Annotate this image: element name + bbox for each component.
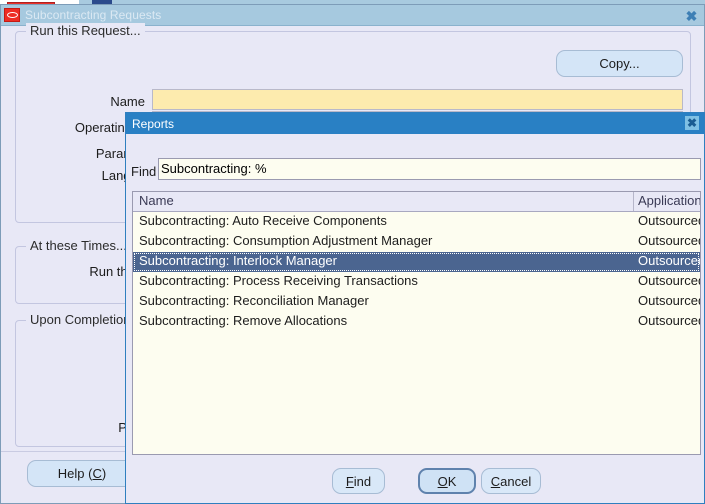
label-layout: Lay [1, 376, 145, 391]
copy-button[interactable]: Copy... [556, 50, 683, 77]
ok-button-label-post: K [447, 473, 457, 489]
ok-button[interactable]: OK [418, 468, 476, 494]
column-divider[interactable] [633, 192, 634, 211]
group-run-this-request-legend: Run this Request... [26, 23, 145, 38]
main-window-title: Subcontracting Requests [25, 8, 162, 22]
reports-dialog-titlebar: Reports ✖ [126, 113, 704, 134]
report-application-cell: Outsourced [638, 213, 701, 228]
label-notify: No [1, 397, 145, 412]
label-name: Name [110, 94, 145, 109]
table-row[interactable]: Subcontracting: Interlock Manager Outsour… [133, 252, 700, 272]
label-language: Langua [101, 168, 145, 183]
oracle-logo-icon [4, 8, 20, 22]
close-icon[interactable]: ✖ [685, 116, 699, 130]
group-at-these-times-legend: At these Times... [26, 238, 131, 253]
table-row[interactable]: Subcontracting: Auto Receive Components O… [133, 212, 700, 232]
reports-dialog-title: Reports [132, 116, 175, 131]
report-name-cell: Subcontracting: Process Receiving Transa… [139, 273, 418, 288]
table-row[interactable]: Subcontracting: Remove Allocations Outsou… [133, 312, 700, 332]
column-header-application[interactable]: Application [638, 193, 700, 208]
report-application-cell: Outsourced [638, 253, 701, 268]
cancel-button-label-post: ancel [500, 473, 532, 489]
report-application-cell: Outsourced [638, 293, 701, 308]
help-button[interactable]: Help (C) [27, 460, 137, 487]
reports-list: Name Application Subcontracting: Auto Re… [132, 191, 701, 455]
find-button[interactable]: Find [332, 468, 385, 494]
label-operating-unit: Operating U [74, 120, 145, 135]
table-row[interactable]: Subcontracting: Process Receiving Transa… [133, 272, 700, 292]
report-name-cell: Subcontracting: Remove Allocations [139, 313, 348, 328]
help-button-label-post: ) [101, 466, 107, 481]
help-button-mnemonic: C [92, 466, 102, 481]
cancel-button[interactable]: Cancel [481, 468, 541, 494]
report-application-cell: Outsourced [638, 313, 701, 328]
help-button-label-pre: Help ( [57, 466, 93, 481]
reports-list-header: Name Application [133, 192, 700, 212]
find-button-mnemonic: F [345, 473, 354, 489]
ok-button-mnemonic: O [437, 473, 448, 489]
cancel-button-mnemonic: C [490, 473, 501, 489]
report-application-cell: Outsourced [638, 273, 701, 288]
reports-list-body: Subcontracting: Auto Receive Components O… [133, 212, 700, 332]
report-name-cell: Subcontracting: Consumption Adjustment M… [139, 233, 433, 248]
name-field[interactable] [152, 89, 683, 110]
report-application-cell: Outsourced [638, 233, 701, 248]
close-icon[interactable]: ✖ [684, 8, 699, 23]
label-print-to: Print [1, 420, 145, 435]
table-row[interactable]: Subcontracting: Consumption Adjustment M… [133, 232, 700, 252]
find-input[interactable]: Subcontracting: % [158, 158, 701, 180]
find-label: Find [131, 164, 157, 179]
report-name-cell: Subcontracting: Reconciliation Manager [139, 293, 369, 308]
report-name-cell: Subcontracting: Auto Receive Components [139, 213, 387, 228]
reports-dialog: Reports ✖ Find Subcontracting: % Name Ap… [125, 112, 705, 504]
label-run-the-job: Run the J [89, 264, 145, 279]
label-parameters: Paramet [95, 146, 145, 161]
screen: Subcontracting Requests ✖ Run this Reque… [0, 0, 705, 504]
report-name-cell: Subcontracting: Interlock Manager [139, 253, 337, 268]
column-header-name[interactable]: Name [139, 193, 174, 208]
table-row[interactable]: Subcontracting: Reconciliation Manager Ou… [133, 292, 700, 312]
find-button-label-post: ind [353, 473, 372, 489]
